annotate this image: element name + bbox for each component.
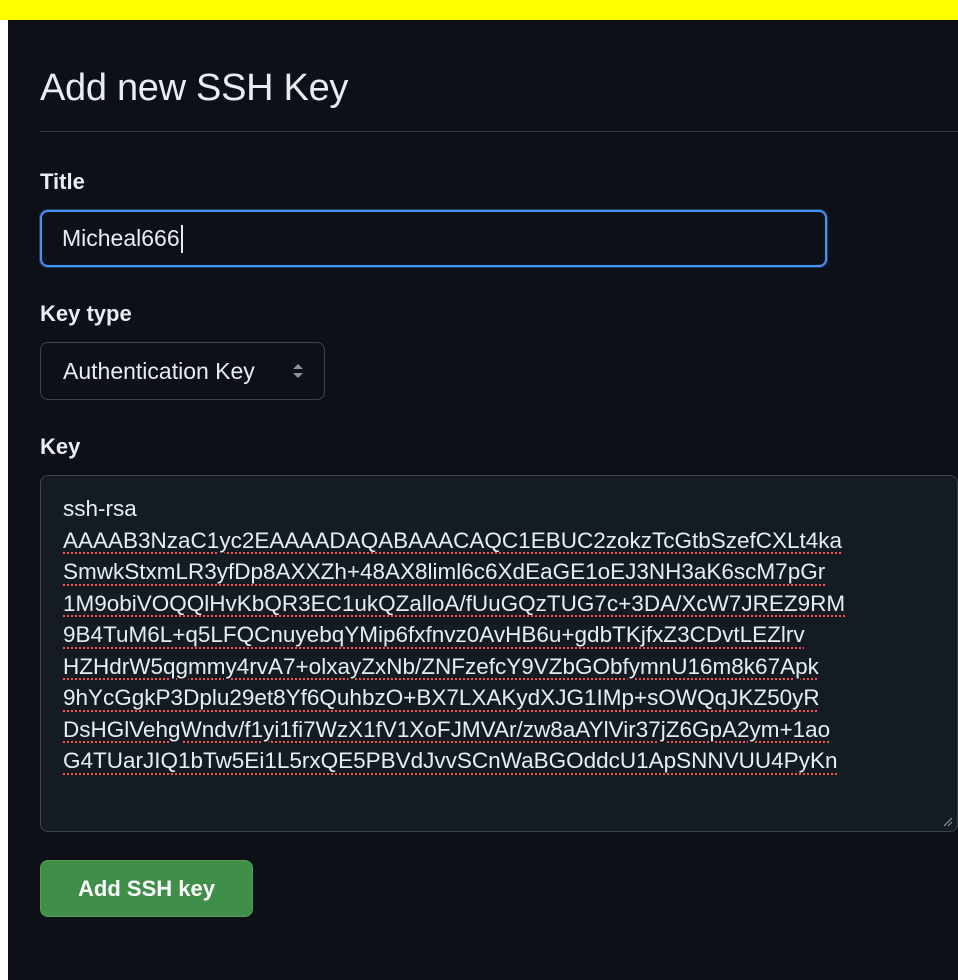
- key-line: 1M9obiVOQQlHvKbQR3EC1ukQZalloA/fUuGQzTUG…: [63, 590, 846, 616]
- key-type-value: Authentication Key: [63, 357, 255, 384]
- key-line: 9hYcGgkP3Dplu29et8Yf6QuhbzO+BX7LXAKydXJG…: [63, 685, 820, 710]
- key-line: G4TUarJIQ1bTw5Ei1L5rxQE5PBVdJvvSCnWaBGOd…: [63, 748, 838, 773]
- key-line: ssh-rsa: [63, 496, 137, 521]
- title-divider: [40, 131, 958, 132]
- resize-handle-icon[interactable]: [943, 817, 953, 827]
- text-caret: [180, 224, 183, 253]
- page-title: Add new SSH Key: [40, 67, 349, 109]
- key-line: DsHGlVehgWndv/f1yi1fi7WzX1fV1XoFJMVAr/zw…: [63, 716, 831, 742]
- title-input[interactable]: Micheal666: [40, 210, 827, 267]
- key-label: Key: [40, 434, 81, 459]
- ssh-key-form-panel: Add new SSH Key Title Micheal666 Key typ…: [8, 20, 958, 980]
- title-input-value: Micheal666: [62, 225, 180, 251]
- key-type-select[interactable]: Authentication Key: [40, 342, 325, 400]
- key-textarea[interactable]: ssh-rsa AAAAB3NzaC1yc2EAAAADAQABAAACAQC1…: [40, 475, 958, 832]
- key-type-label: Key type: [40, 301, 132, 326]
- key-line: HZHdrW5qgmmy4rvA7+olxayZxNb/ZNFzefcY9VZb…: [63, 653, 819, 679]
- key-line: SmwkStxmLR3yfDp8AXXZh+48AX8liml6c6XdEaGE…: [63, 559, 826, 584]
- key-line: 9B4TuM6L+q5LFQCnuyebqYMip6fxfnvz0AvHB6u+…: [63, 622, 805, 647]
- add-ssh-key-button[interactable]: Add SSH key: [40, 860, 253, 917]
- screenshot-frame: Add new SSH Key Title Micheal666 Key typ…: [0, 0, 958, 980]
- title-label: Title: [40, 169, 85, 194]
- chevron-up-down-icon: [292, 363, 304, 379]
- highlight-banner: [0, 0, 958, 20]
- key-line: AAAAB3NzaC1yc2EAAAADAQABAAACAQC1EBUC2zok…: [63, 527, 843, 553]
